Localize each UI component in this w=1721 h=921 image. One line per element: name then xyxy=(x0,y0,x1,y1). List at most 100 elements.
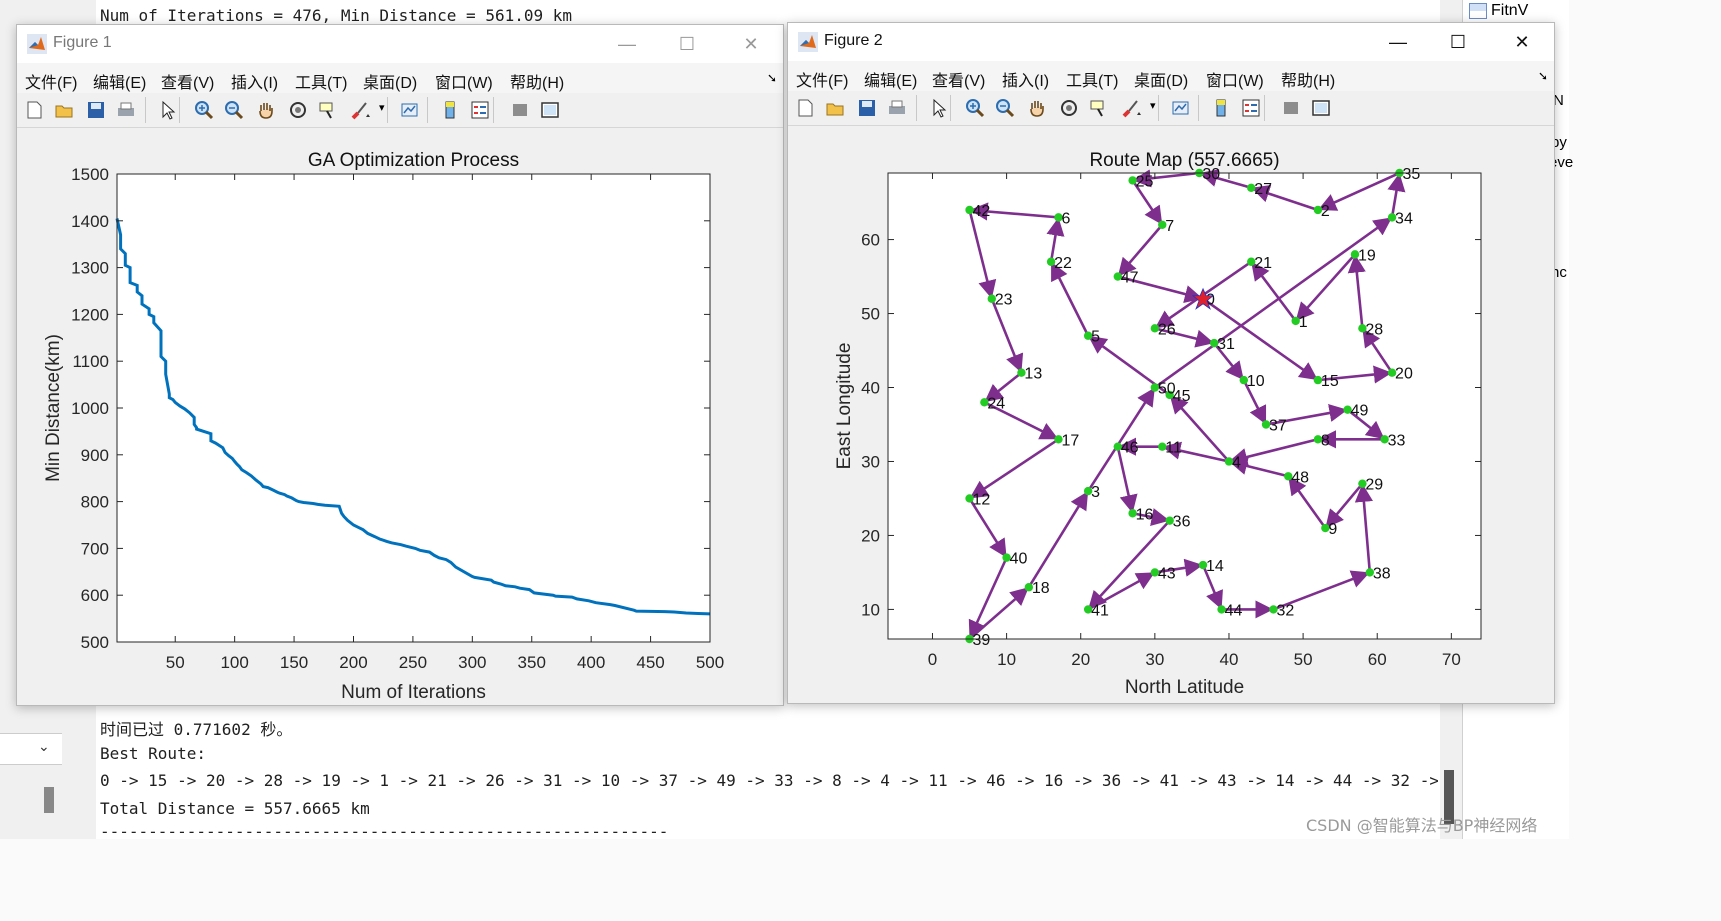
y-tick-label: 20 xyxy=(861,526,880,545)
city-label: 36 xyxy=(1173,514,1191,531)
figure-2-window[interactable]: Figure 2 — ☐ ✕ 文件(F) 编辑(E) 查看(V) 插入(I) 工… xyxy=(787,22,1555,704)
city-label: 2 xyxy=(1321,203,1330,220)
maximize-button[interactable]: ☐ xyxy=(673,31,701,57)
console-total-distance: Total Distance = 557.6665 km xyxy=(100,799,370,818)
zoom-out-icon[interactable] xyxy=(223,99,245,121)
matlab-logo-icon xyxy=(27,34,47,54)
city-label: 14 xyxy=(1206,558,1224,575)
x-tick-label: 450 xyxy=(636,653,664,672)
menu-view[interactable]: 查看(V) xyxy=(161,69,214,93)
pointer-icon[interactable] xyxy=(928,97,950,119)
brush-icon[interactable] xyxy=(1120,97,1142,119)
link-plot-icon[interactable] xyxy=(1170,97,1192,119)
toolbar-separator xyxy=(950,95,951,121)
scroll-thumb[interactable] xyxy=(44,787,54,813)
show-plot-tools-icon[interactable] xyxy=(539,99,561,121)
city-label: 15 xyxy=(1321,373,1339,390)
title-bar[interactable]: Figure 1 — ☐ ✕ xyxy=(17,25,783,63)
hide-plot-tools-icon[interactable] xyxy=(1280,97,1302,119)
toolbar-separator xyxy=(916,95,917,121)
window-title: Figure 2 xyxy=(824,32,883,49)
hide-plot-tools-icon[interactable] xyxy=(509,99,531,121)
menu-insert[interactable]: 插入(I) xyxy=(1002,67,1049,91)
menu-desktop[interactable]: 桌面(D) xyxy=(1134,67,1188,91)
close-button[interactable]: ✕ xyxy=(737,31,765,57)
save-icon[interactable] xyxy=(85,99,107,121)
dock-arrow-icon[interactable]: ➘ xyxy=(767,71,777,85)
y-tick-label: 10 xyxy=(861,600,880,619)
print-icon[interactable] xyxy=(886,97,908,119)
menu-window[interactable]: 窗口(W) xyxy=(1206,67,1264,91)
city-label: 20 xyxy=(1395,366,1413,383)
city-label: 33 xyxy=(1388,432,1406,449)
toolbar-separator xyxy=(145,97,146,123)
route-map-chart[interactable]: 0123456 789101112131415161718192021222324… xyxy=(788,126,1554,703)
menu-desktop[interactable]: 桌面(D) xyxy=(363,69,417,93)
x-tick-label: 70 xyxy=(1442,650,1461,669)
zoom-in-icon[interactable] xyxy=(964,97,986,119)
city-label: 10 xyxy=(1247,373,1265,390)
zoom-in-icon[interactable] xyxy=(193,99,215,121)
new-figure-icon[interactable] xyxy=(794,97,816,119)
x-tick-label: 30 xyxy=(1145,650,1164,669)
city-label: 22 xyxy=(1054,255,1072,272)
colorbar-icon[interactable] xyxy=(439,99,461,121)
chart-title: Route Map (557.6665) xyxy=(1089,150,1279,171)
menu-file[interactable]: 文件(F) xyxy=(25,69,77,93)
data-cursor-icon[interactable] xyxy=(317,99,339,121)
toolbar-separator xyxy=(427,97,428,123)
chevron-down-icon[interactable]: ⌄ xyxy=(38,738,50,755)
brush-dropdown-icon[interactable]: ▾ xyxy=(379,101,385,114)
minimize-button[interactable]: — xyxy=(1384,29,1412,55)
x-tick-label: 0 xyxy=(928,650,937,669)
city-label: 8 xyxy=(1321,432,1330,449)
city-label: 37 xyxy=(1269,417,1287,434)
menu-help[interactable]: 帮助(H) xyxy=(510,69,564,93)
title-bar[interactable]: Figure 2 — ☐ ✕ xyxy=(788,23,1554,61)
close-button[interactable]: ✕ xyxy=(1508,29,1536,55)
menu-tools[interactable]: 工具(T) xyxy=(1066,67,1118,91)
menu-window[interactable]: 窗口(W) xyxy=(435,69,493,93)
open-file-icon[interactable] xyxy=(824,97,846,119)
brush-icon[interactable] xyxy=(349,99,371,121)
x-tick-label: 40 xyxy=(1220,650,1239,669)
folder-details-dropdown[interactable]: ⌄ xyxy=(0,733,62,765)
zoom-out-icon[interactable] xyxy=(994,97,1016,119)
legend-icon[interactable] xyxy=(469,99,491,121)
city-label: 41 xyxy=(1091,602,1109,619)
rotate-3d-icon[interactable] xyxy=(1058,97,1080,119)
menu-view[interactable]: 查看(V) xyxy=(932,67,985,91)
link-plot-icon[interactable] xyxy=(399,99,421,121)
menu-edit[interactable]: 编辑(E) xyxy=(93,69,146,93)
pan-hand-icon[interactable] xyxy=(255,99,277,121)
figure-1-window[interactable]: Figure 1 — ☐ ✕ 文件(F) 编辑(E) 查看(V) 插入(I) 工… xyxy=(16,24,784,706)
maximize-button[interactable]: ☐ xyxy=(1444,29,1472,55)
pointer-icon[interactable] xyxy=(157,99,179,121)
menu-edit[interactable]: 编辑(E) xyxy=(864,67,917,91)
pan-hand-icon[interactable] xyxy=(1026,97,1048,119)
workspace-item[interactable]: FitnV xyxy=(1469,2,1528,20)
menu-help[interactable]: 帮助(H) xyxy=(1281,67,1335,91)
x-axis-label: North Latitude xyxy=(1125,677,1244,698)
minimize-button[interactable]: — xyxy=(613,31,641,57)
console-separator: ----------------------------------------… xyxy=(100,822,669,841)
menu-insert[interactable]: 插入(I) xyxy=(231,69,278,93)
menu-tools[interactable]: 工具(T) xyxy=(295,69,347,93)
data-cursor-icon[interactable] xyxy=(1088,97,1110,119)
y-tick-label: 40 xyxy=(861,379,880,398)
menu-file[interactable]: 文件(F) xyxy=(796,67,848,91)
dock-arrow-icon[interactable]: ➘ xyxy=(1538,69,1548,83)
show-plot-tools-icon[interactable] xyxy=(1310,97,1332,119)
colorbar-icon[interactable] xyxy=(1210,97,1232,119)
brush-dropdown-icon[interactable]: ▾ xyxy=(1150,99,1156,112)
city-label: 26 xyxy=(1158,321,1176,338)
open-file-icon[interactable] xyxy=(53,99,75,121)
line-chart[interactable]: 50 100 150 200 250 300 350 400 450 500 500 600 700 80… xyxy=(17,128,783,705)
print-icon[interactable] xyxy=(115,99,137,121)
city-label: 38 xyxy=(1373,565,1391,582)
save-icon[interactable] xyxy=(856,97,878,119)
legend-icon[interactable] xyxy=(1240,97,1262,119)
new-figure-icon[interactable] xyxy=(23,99,45,121)
rotate-3d-icon[interactable] xyxy=(287,99,309,121)
x-tick-label: 50 xyxy=(166,653,185,672)
